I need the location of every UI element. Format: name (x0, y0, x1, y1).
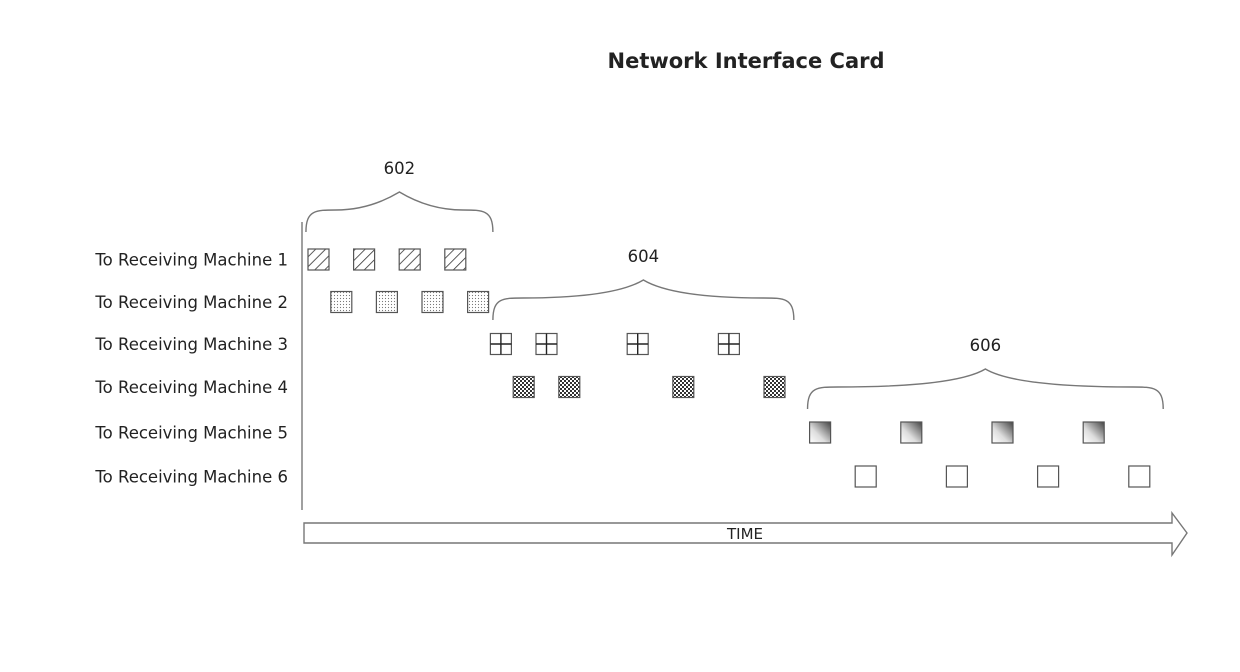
packet-machine-2-4 (467, 290, 490, 314)
row-label-machine-6: To Receiving Machine 6 (94, 468, 288, 487)
row-label-machine-5: To Receiving Machine 5 (94, 424, 288, 443)
packet-machine-1-3 (398, 248, 421, 271)
packet-machine-6-4 (1128, 465, 1151, 488)
row-label-machine-2: To Receiving Machine 2 (94, 293, 288, 312)
packet-machine-4-1 (512, 375, 535, 399)
time-label: TIME (726, 525, 763, 543)
packet-machine-5-1 (808, 421, 832, 444)
time-arrow: TIME (303, 510, 1188, 558)
brace-602 (305, 191, 494, 233)
row-label-machine-1: To Receiving Machine 1 (94, 251, 288, 270)
packet-machine-5-4 (1082, 421, 1105, 444)
group-label-604: 604 (628, 247, 660, 266)
packet-machine-5-2 (900, 421, 923, 444)
group-label-606: 606 (970, 336, 1002, 355)
brace-604 (492, 279, 795, 321)
group-braces: 602 604 606 (305, 159, 1164, 410)
packet-machine-2-3 (421, 290, 444, 314)
row-labels: To Receiving Machine 1 To Receiving Machi… (94, 251, 288, 487)
packet-machine-4-2 (558, 375, 581, 399)
packet-machine-6-1 (854, 465, 877, 488)
packet-machine-1-2 (353, 248, 376, 271)
packet-machine-3-1 (489, 332, 512, 356)
packet-machine-6-2 (945, 465, 969, 488)
packet-machine-6-3 (1036, 465, 1060, 488)
packet-machine-4-3 (672, 375, 695, 399)
packet-machine-2-1 (330, 290, 353, 314)
packet-machine-5-3 (991, 421, 1014, 444)
packets (307, 248, 1151, 488)
packet-machine-1-4 (444, 248, 467, 271)
packet-machine-3-4 (717, 332, 741, 356)
diagram-canvas: Network Interface Card To Receiving Mach… (94, 49, 1188, 558)
packet-machine-3-2 (535, 332, 558, 356)
packet-machine-4-4 (763, 375, 786, 399)
row-label-machine-4: To Receiving Machine 4 (94, 378, 288, 397)
diagram-title: Network Interface Card (608, 49, 885, 73)
group-label-602: 602 (384, 159, 416, 178)
brace-606 (806, 368, 1164, 410)
packet-machine-3-3 (626, 332, 649, 356)
packet-machine-2-2 (375, 290, 398, 314)
packet-machine-1-1 (307, 248, 330, 271)
row-label-machine-3: To Receiving Machine 3 (94, 335, 288, 354)
